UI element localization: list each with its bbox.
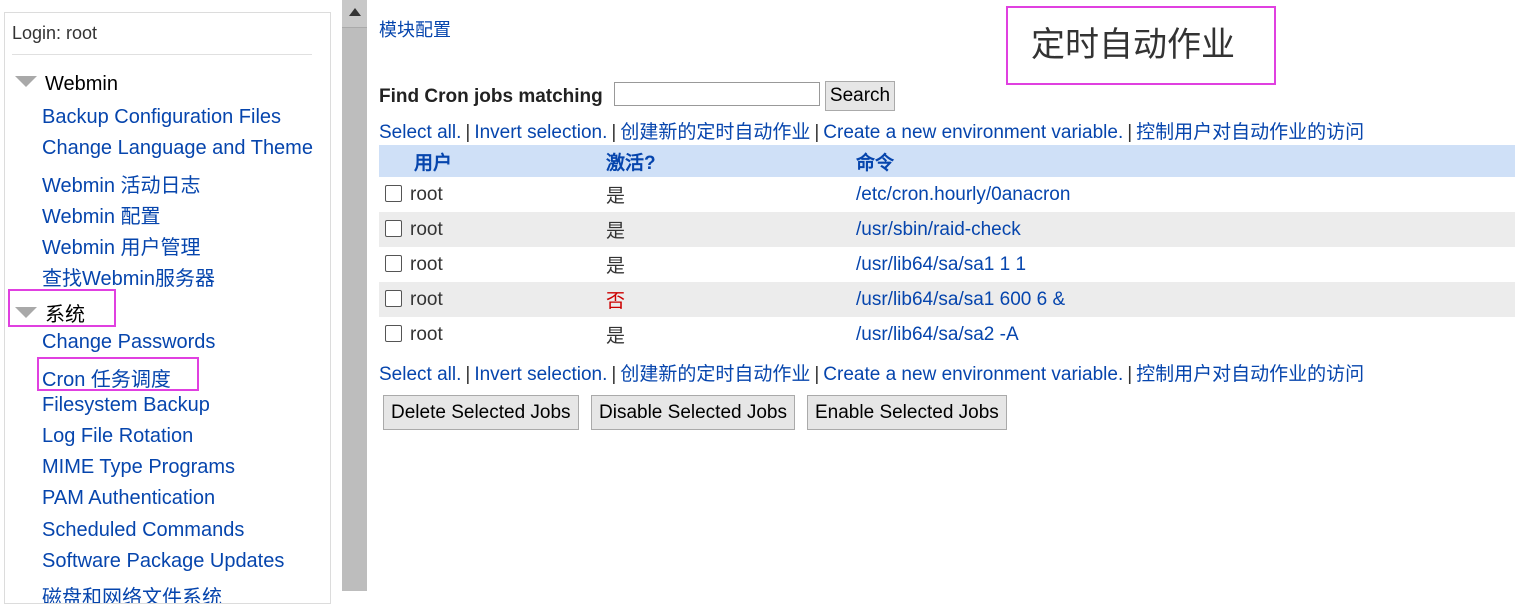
sidebar-item-pam[interactable]: PAM Authentication — [42, 487, 215, 510]
login-label: Login: root — [12, 23, 98, 43]
row-checkbox[interactable] — [385, 289, 402, 307]
table-row: root 是 /usr/lib64/sa/sa1 1 1 — [379, 247, 1515, 282]
main-content: 模块配置 定时自动作业 Find Cron jobs matching Sear… — [367, 0, 1515, 590]
sidebar-item-webmin-users[interactable]: Webmin 用户管理 — [42, 231, 201, 260]
row-active: 是 — [606, 326, 626, 347]
row-checkbox[interactable] — [385, 324, 402, 342]
link-separator: | — [611, 364, 617, 385]
search-button[interactable]: Search — [825, 81, 895, 111]
enable-selected-jobs-button[interactable]: Enable Selected Jobs — [807, 395, 1007, 430]
category-label: Webmin — [45, 73, 118, 95]
row-user: root — [410, 218, 443, 240]
control-access-link[interactable]: 控制用户对自动作业的访问 — [1136, 364, 1364, 385]
cron-jobs-table: 用户 激活? 命令 root 是 /etc/cron.hourly/0anacr… — [379, 145, 1515, 352]
row-command-link[interactable]: /usr/lib64/sa/sa2 -A — [856, 324, 1019, 345]
invert-selection-link[interactable]: Invert selection. — [474, 122, 607, 143]
row-command-link[interactable]: /etc/cron.hourly/0anacron — [856, 184, 1070, 205]
row-active: 是 — [606, 256, 626, 277]
sidebar-item-log-rotation[interactable]: Log File Rotation — [42, 425, 193, 448]
table-row: root 是 /etc/cron.hourly/0anacron — [379, 177, 1515, 212]
category-webmin[interactable]: Webmin — [15, 73, 118, 96]
row-user: root — [410, 253, 443, 275]
create-env-link[interactable]: Create a new environment variable. — [823, 364, 1123, 385]
column-header-command[interactable]: 命令 — [856, 145, 1515, 177]
row-active: 是 — [606, 221, 626, 242]
scroll-up-arrow-icon[interactable] — [349, 8, 361, 16]
row-command-link[interactable]: /usr/lib64/sa/sa1 600 6 & — [856, 289, 1065, 310]
sidebar-item-scheduled-commands[interactable]: Scheduled Commands — [42, 519, 244, 542]
table-row: root 是 /usr/lib64/sa/sa2 -A — [379, 317, 1515, 352]
module-config-link[interactable]: 模块配置 — [379, 16, 451, 42]
select-all-link[interactable]: Select all. — [379, 122, 461, 143]
select-all-link[interactable]: Select all. — [379, 364, 461, 385]
sidebar-item-filesystem-backup[interactable]: Filesystem Backup — [42, 394, 210, 417]
row-user: root — [410, 323, 443, 345]
disable-selected-jobs-button[interactable]: Disable Selected Jobs — [591, 395, 795, 430]
action-links-bottom: Select all. | Invert selection. | 创建新的定时自动作业… — [379, 359, 1364, 386]
link-separator: | — [611, 122, 617, 143]
row-active: 是 — [606, 186, 626, 207]
sidebar-item-webmin-log[interactable]: Webmin 活动日志 — [42, 169, 201, 198]
create-job-link[interactable]: 创建新的定时自动作业 — [620, 122, 810, 143]
sidebar-item-webmin-config[interactable]: Webmin 配置 — [42, 200, 161, 229]
delete-selected-jobs-button[interactable]: Delete Selected Jobs — [383, 395, 579, 430]
sidebar-item-disk-network-fs[interactable]: 磁盘和网络文件系统 — [42, 581, 222, 603]
search-label: Find Cron jobs matching — [379, 86, 603, 107]
column-header-user[interactable]: 用户 — [379, 145, 606, 177]
row-command-link[interactable]: /usr/sbin/raid-check — [856, 219, 1021, 240]
action-links-top: Select all. | Invert selection. | 创建新的定时自动作业… — [379, 117, 1364, 144]
frame-scrollbar[interactable] — [342, 0, 367, 591]
row-command-link[interactable]: /usr/lib64/sa/sa1 1 1 — [856, 254, 1026, 275]
sidebar-item-mime-types[interactable]: MIME Type Programs — [42, 456, 235, 479]
create-env-link[interactable]: Create a new environment variable. — [823, 122, 1123, 143]
sidebar-item-backup-config[interactable]: Backup Configuration Files — [42, 106, 281, 129]
create-job-link[interactable]: 创建新的定时自动作业 — [620, 364, 810, 385]
collapse-triangle-icon — [15, 76, 37, 87]
invert-selection-link[interactable]: Invert selection. — [474, 364, 607, 385]
search-input[interactable] — [614, 82, 820, 106]
row-checkbox[interactable] — [385, 254, 402, 272]
row-user: root — [410, 288, 443, 310]
scrollbar-track[interactable] — [342, 27, 367, 591]
link-separator: | — [465, 122, 471, 143]
row-active: 否 — [606, 291, 626, 312]
table-header-row: 用户 激活? 命令 — [379, 145, 1515, 177]
link-separator: | — [814, 364, 820, 385]
link-separator: | — [814, 122, 820, 143]
link-separator: | — [465, 364, 471, 385]
highlight-box-cron — [37, 357, 199, 391]
sidebar-item-change-language[interactable]: Change Language and Theme — [42, 137, 313, 160]
row-checkbox[interactable] — [385, 219, 402, 237]
table-row: root 否 /usr/lib64/sa/sa1 600 6 & — [379, 282, 1515, 317]
link-separator: | — [1127, 364, 1133, 385]
row-checkbox[interactable] — [385, 184, 402, 202]
row-user: root — [410, 183, 443, 205]
table-row: root 是 /usr/sbin/raid-check — [379, 212, 1515, 247]
page-title: 定时自动作业 — [1031, 26, 1235, 64]
sidebar-item-change-passwords[interactable]: Change Passwords — [42, 331, 215, 354]
login-divider — [12, 54, 312, 55]
sidebar-item-find-servers[interactable]: 查找Webmin服务器 — [42, 262, 215, 291]
column-header-active[interactable]: 激活? — [606, 145, 856, 177]
sidebar-item-package-updates[interactable]: Software Package Updates — [42, 550, 284, 573]
control-access-link[interactable]: 控制用户对自动作业的访问 — [1136, 122, 1364, 143]
highlight-box-system — [8, 289, 116, 327]
link-separator: | — [1127, 122, 1133, 143]
